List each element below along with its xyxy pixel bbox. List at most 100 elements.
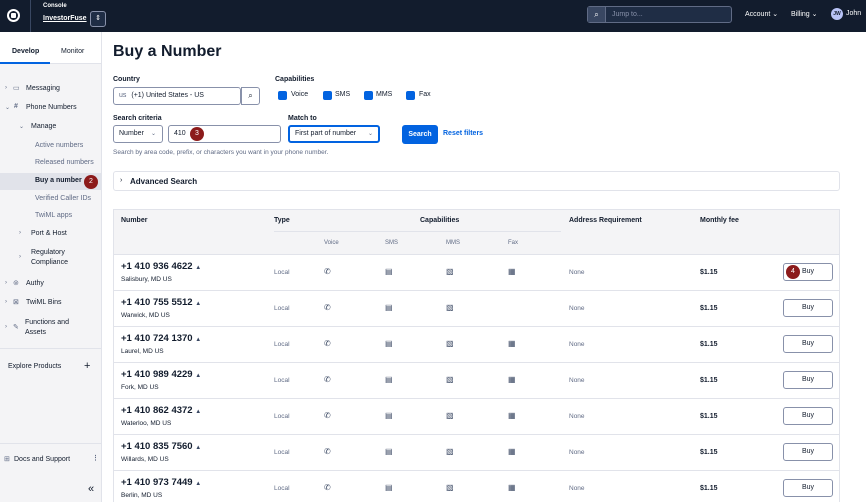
tab-develop[interactable]: Develop [12,48,39,55]
sidebar-item-verified-caller-ids[interactable]: Verified Caller IDs [35,195,91,202]
sidebar-item-released-numbers[interactable]: Released numbers [35,159,94,166]
search-criteria-label: Search criteria [113,115,162,122]
billing-menu[interactable]: Billing ⌄ [791,10,818,18]
chevron-right-icon[interactable]: › [5,280,7,286]
criteria-input[interactable]: 410 [168,125,281,143]
page-title: Buy a Number [113,43,222,60]
sidebar-item-messaging[interactable]: Messaging [26,85,60,92]
phone-location: Fork, MD US [121,384,159,391]
mms-icon: ▧ [446,447,454,456]
country-select[interactable]: us (+1) United States - US [113,87,241,105]
chevron-down-icon[interactable]: ⌄ [19,123,24,130]
table-row: +1 410 989 4229 ▲ Fork, MD US Local ✆ ▤ … [114,363,839,399]
search-help-text: Search by area code, prefix, or characte… [113,149,329,156]
buy-button[interactable]: Buy [783,479,833,497]
user-name: John [846,10,862,17]
chevron-right-icon[interactable]: › [19,230,21,236]
match-to-select[interactable]: First part of number [288,125,380,143]
table-row: +1 410 724 1370 ▲ Laurel, MD US Local ✆ … [114,327,839,363]
account-name-link[interactable]: InvestorFuse [43,15,87,22]
sidebar-item-regulatory[interactable]: Regulatory [31,249,65,256]
jump-to-input[interactable] [612,9,727,20]
buy-button[interactable]: Buy [783,407,833,425]
tab-monitor[interactable]: Monitor [61,48,84,55]
sidebar-item-twiml-bins[interactable]: TwiML Bins [26,299,62,306]
avatar[interactable]: JW [831,8,843,20]
chevron-right-icon[interactable]: › [5,299,7,305]
reset-filters-link[interactable]: Reset filters [443,130,483,137]
buy-button[interactable]: Buy [783,443,833,461]
chevron-right-icon[interactable]: › [5,324,7,330]
fax-checkbox[interactable] [406,91,415,100]
chevron-down-icon: ⌄ [151,131,157,137]
triangle-icon: ▲ [195,337,202,343]
sidebar-item-explore-products[interactable]: Explore Products [8,363,61,370]
voice-icon: ✆ [324,411,331,420]
chevron-down-icon: ⌄ [368,131,374,137]
chevron-right-icon[interactable]: › [19,254,21,260]
header-capabilities: Capabilities [420,217,460,224]
number-type: Local [274,305,290,312]
header-number: Number [121,217,148,224]
mms-checkbox[interactable] [364,91,373,100]
address-requirement: None [569,305,585,312]
buy-button[interactable]: Buy [783,299,833,317]
mms-icon: ▧ [446,411,454,420]
functions-icon: ✎ [13,324,19,331]
user-menu[interactable]: John [846,10,861,17]
voice-icon: ✆ [324,447,331,456]
sidebar-item-functions-line2[interactable]: Assets [25,329,46,336]
buy-button[interactable]: Buy [783,371,833,389]
collapse-sidebar-icon[interactable]: « [88,483,94,495]
voice-checkbox[interactable] [278,91,287,100]
mms-icon: ▧ [446,483,454,492]
sidebar-item-manage[interactable]: Manage [31,123,56,130]
sidebar-item-functions[interactable]: Functions and [25,319,69,326]
sidebar-item-authy[interactable]: Authy [26,280,44,287]
number-type: Local [274,269,290,276]
number-type: Local [274,341,290,348]
sidebar-item-phone-numbers[interactable]: Phone Numbers [26,104,77,111]
sidebar-item-twiml-apps[interactable]: TwiML apps [35,212,72,219]
twilio-logo-icon[interactable] [7,9,20,22]
jump-to-search[interactable]: ⌕ [587,6,732,23]
monthly-fee: $1.15 [700,341,718,348]
triangle-icon: ▲ [195,481,202,487]
table-row: +1 410 835 7560 ▲ Willards, MD US Local … [114,435,839,471]
table-row: +1 410 862 4372 ▲ Waterloo, MD US Local … [114,399,839,435]
triangle-icon: ▲ [195,445,202,451]
sidebar-item-buy-a-number[interactable]: Buy a number [35,177,82,184]
divider [30,0,31,32]
advanced-search-toggle[interactable]: › Advanced Search [113,171,840,191]
chevron-down-icon[interactable]: ⌄ [5,104,10,111]
sidebar-item-regulatory-line2[interactable]: Compliance [31,259,68,266]
sidebar-item-port-host[interactable]: Port & Host [31,230,67,237]
address-requirement: None [569,377,585,384]
phone-number-text: +1 410 989 4229 [121,369,193,380]
more-vertical-icon[interactable]: ⋮ [92,454,99,462]
plus-icon[interactable]: + [84,360,90,372]
chevron-right-icon[interactable]: › [5,85,7,91]
account-switcher-icon[interactable]: ⇕ [90,11,106,27]
search-icon[interactable]: ⌕ [588,7,606,22]
table-row: +1 410 973 7449 ▲ Berlin, MD US Local ✆ … [114,471,839,502]
sidebar-item-docs-support[interactable]: Docs and Support [14,456,70,463]
buy-button[interactable]: Buy [783,335,833,353]
authy-icon: ⊚ [13,280,19,287]
phone-number: +1 410 755 5512 ▲ [121,297,201,308]
fax-icon: ▦ [508,447,516,456]
country-search-icon[interactable]: ⌕ [241,87,260,105]
triangle-icon: ▲ [195,265,202,271]
sidebar-item-active-numbers[interactable]: Active numbers [35,142,83,149]
phone-location: Waterloo, MD US [121,420,172,427]
account-menu[interactable]: Account ⌄ [745,10,778,18]
sms-icon: ▤ [385,375,393,384]
sms-checkbox[interactable] [323,91,332,100]
chevron-down-icon: ⌄ [811,11,818,18]
search-button[interactable]: Search [402,125,438,144]
phone-location: Warwick, MD US [121,312,170,319]
account-menu-label: Account [745,11,771,18]
number-type: Local [274,485,290,492]
phone-number-text: +1 410 936 4622 [121,261,193,272]
divider [0,348,101,349]
